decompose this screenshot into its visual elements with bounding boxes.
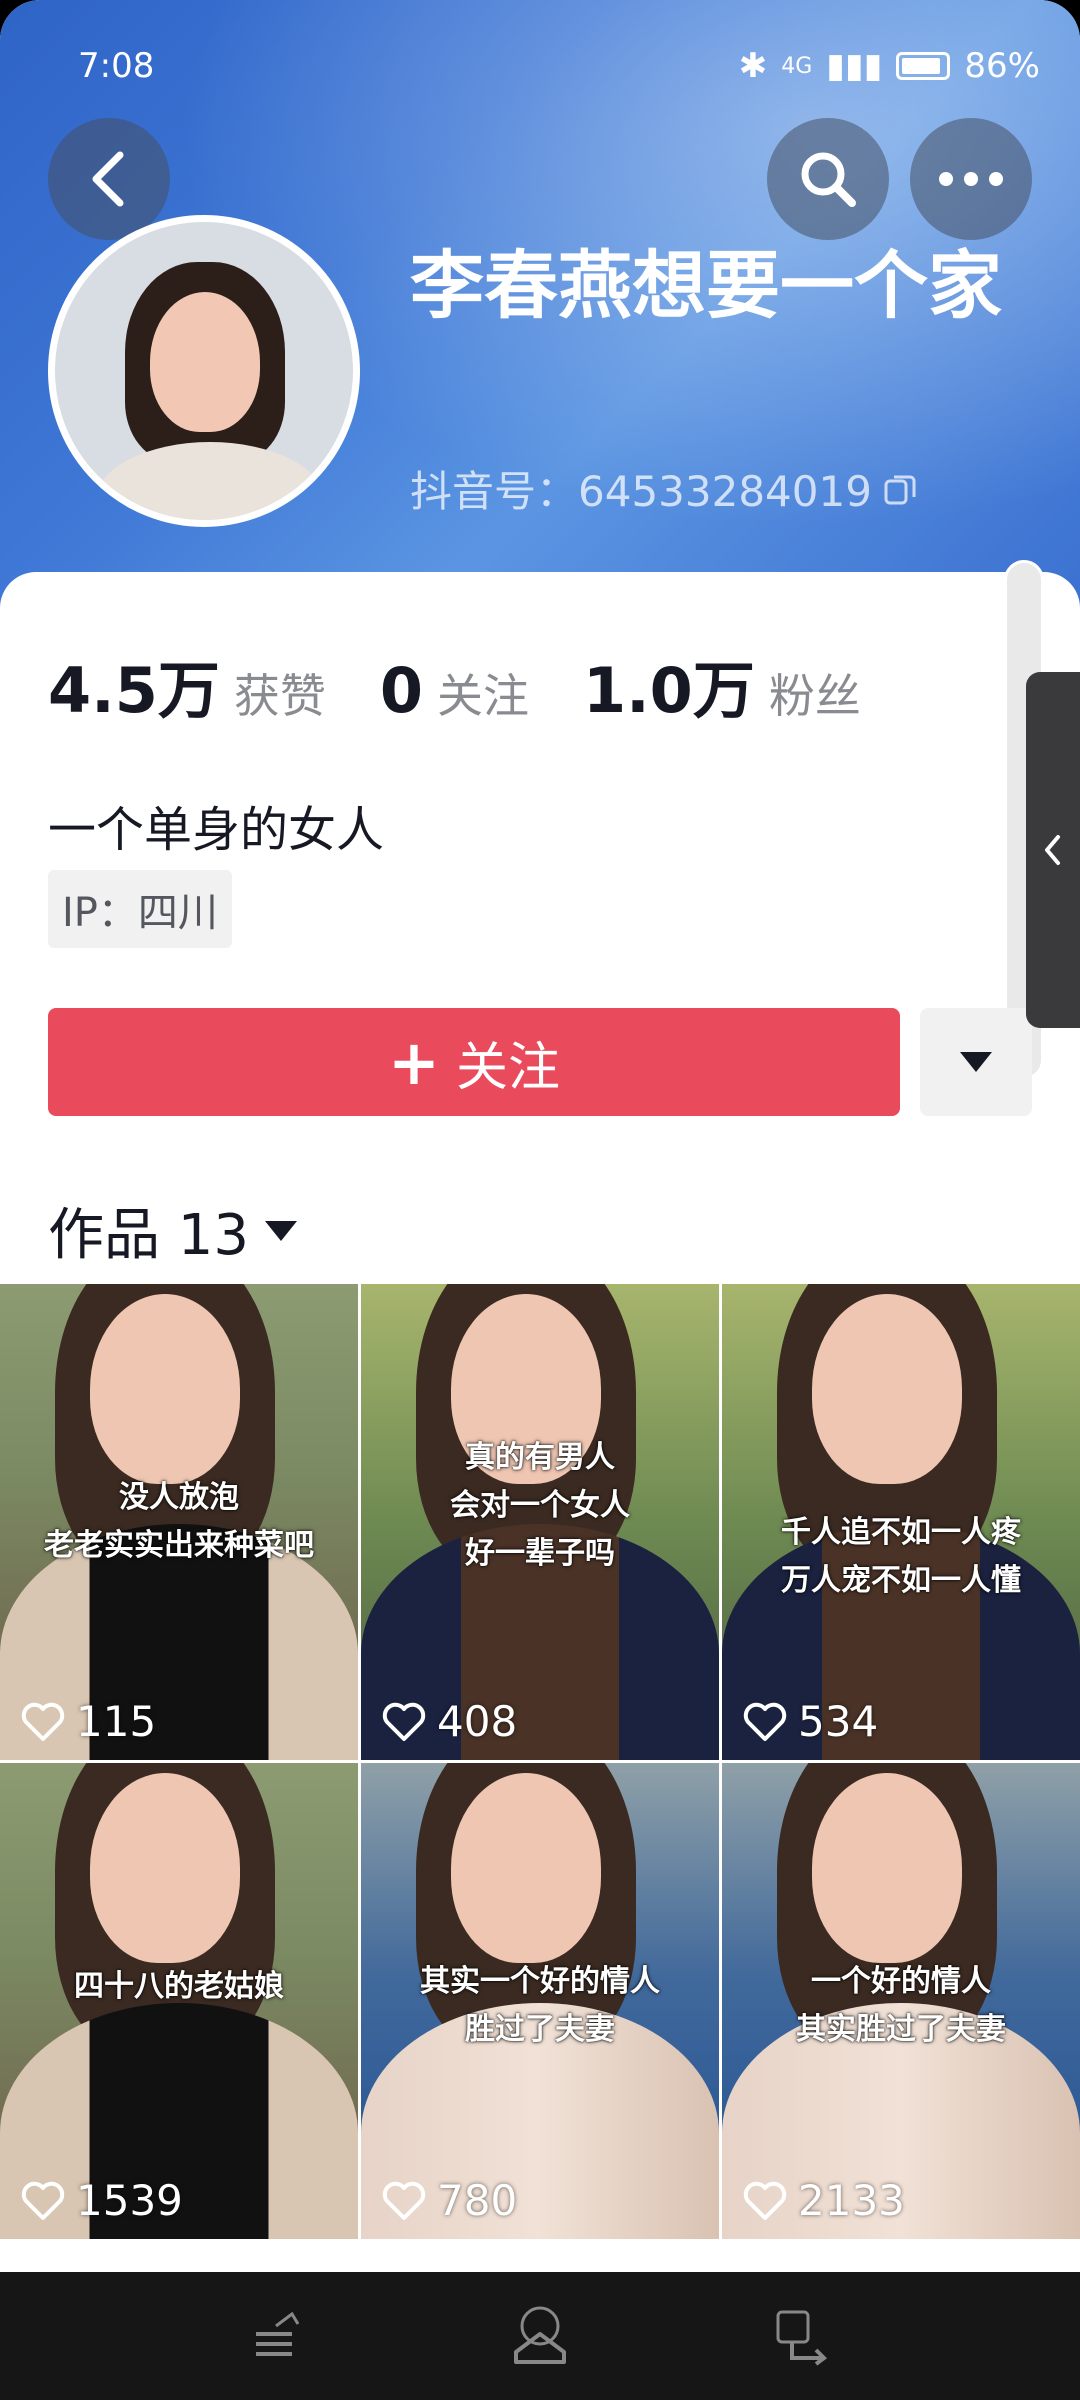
side-panel-tab[interactable]	[1026, 672, 1080, 1028]
likes-count-text: 1539	[76, 2176, 183, 2225]
bio: 一个单身的女人	[48, 802, 385, 858]
system-nav-bar	[0, 2272, 1080, 2400]
likes-count-text: 780	[437, 2176, 518, 2225]
battery-icon	[896, 52, 951, 80]
back-button[interactable]	[48, 118, 170, 240]
video-likes: 2133	[742, 2176, 905, 2225]
followers-count[interactable]: 1.0万	[583, 640, 755, 730]
avatar-face	[150, 292, 260, 432]
profile-name: 李春燕想要一个家	[410, 243, 1002, 329]
bluetooth-icon: ✱	[738, 46, 768, 86]
works-title-text: 作品 13	[48, 1203, 250, 1268]
video-caption: 真的有男人 会对一个女人 好一辈子吗	[450, 1440, 630, 1571]
video-caption: 其实一个好的情人 胜过了夫妻	[420, 1964, 660, 2047]
tile-face	[812, 1294, 962, 1484]
chevron-down-icon	[960, 1052, 992, 1072]
ip-tag: IP：四川	[48, 870, 232, 948]
douyin-id-text: 抖音号：64533284019	[410, 467, 872, 516]
avatar-body	[95, 442, 325, 520]
tile-face	[451, 1773, 601, 1963]
search-button[interactable]	[767, 118, 889, 240]
follow-label: 关注	[455, 1037, 560, 1098]
video-likes: 780	[381, 2176, 517, 2225]
video-tile[interactable]: 四十八的老姑娘 1539	[0, 1763, 358, 2239]
stats-row: 4.5万 获赞 0 关注 1.0万 粉丝	[48, 640, 861, 730]
tile-face	[90, 1294, 240, 1484]
home-icon[interactable]	[508, 2304, 572, 2368]
likes-count-text: 408	[437, 1697, 518, 1746]
recommend-dropdown-button[interactable]	[920, 1008, 1032, 1116]
status-bar: 7:08 ✱ 4G ▮▮▮ 86%	[0, 30, 1080, 100]
douyin-id[interactable]: 抖音号：64533284019	[410, 458, 918, 519]
network-label: 4G	[781, 53, 813, 79]
video-likes: 534	[742, 1697, 878, 1746]
likes-count-text: 2133	[798, 2176, 905, 2225]
copy-icon[interactable]	[882, 471, 918, 507]
likes-label: 获赞	[233, 669, 326, 723]
video-tile[interactable]: 没人放泡 老老实实出来种菜吧 115	[0, 1284, 358, 1760]
caret-down-icon	[265, 1220, 298, 1241]
profile-screen: 7:08 ✱ 4G ▮▮▮ 86% 李春燕想要一个家 抖音号：645332840…	[0, 0, 1080, 2400]
video-grid: 没人放泡 老老实实出来种菜吧 115 真的有男人 会对一个女人 好一辈子吗 40…	[0, 1284, 1080, 2239]
video-tile[interactable]: 真的有男人 会对一个女人 好一辈子吗 408	[361, 1284, 719, 1760]
heart-icon	[382, 2181, 426, 2220]
menu-icon[interactable]	[248, 2306, 308, 2366]
video-caption: 一个好的情人 其实胜过了夫妻	[796, 1964, 1006, 2047]
video-caption: 千人追不如一人疼 万人宠不如一人懂	[781, 1515, 1021, 1598]
battery-percent: 86%	[964, 46, 1040, 86]
heart-icon	[743, 2181, 787, 2220]
heart-icon	[21, 1702, 65, 1741]
video-likes: 408	[381, 1697, 517, 1746]
video-likes: 1539	[20, 2176, 183, 2225]
plus-icon: +	[388, 1025, 440, 1099]
heart-icon	[382, 1702, 426, 1741]
tile-face	[812, 1773, 962, 1963]
follow-button[interactable]: + 关注	[48, 1008, 900, 1116]
tile-face	[90, 1773, 240, 1963]
video-tile[interactable]: 一个好的情人 其实胜过了夫妻 2133	[722, 1763, 1080, 2239]
heart-icon	[743, 1702, 787, 1741]
likes-count: 4.5万	[48, 654, 220, 727]
likes-count-text: 115	[76, 1697, 157, 1746]
more-icon	[939, 172, 1003, 186]
back-icon	[92, 151, 124, 207]
status-time: 7:08	[78, 46, 155, 86]
heart-icon	[21, 2181, 65, 2220]
likes-count-text: 534	[798, 1697, 879, 1746]
video-tile[interactable]: 其实一个好的情人 胜过了夫妻 780	[361, 1763, 719, 2239]
video-caption: 没人放泡 老老实实出来种菜吧	[44, 1480, 314, 1563]
following-count[interactable]: 0	[380, 654, 423, 727]
video-caption: 四十八的老姑娘	[74, 1969, 284, 2004]
return-icon[interactable]	[772, 2306, 832, 2366]
video-tile[interactable]: 千人追不如一人疼 万人宠不如一人懂 534	[722, 1284, 1080, 1760]
signal-icon: ▮▮▮	[826, 46, 883, 86]
works-tab[interactable]: 作品 13	[48, 1190, 298, 1271]
video-likes: 115	[20, 1697, 156, 1746]
following-label[interactable]: 关注	[437, 660, 529, 726]
more-button[interactable]	[910, 118, 1032, 240]
chevron-left-icon	[1045, 835, 1060, 865]
followers-label[interactable]: 粉丝	[769, 660, 861, 726]
search-icon	[801, 152, 856, 207]
status-icons: ✱ 4G ▮▮▮ 86%	[739, 46, 1040, 86]
avatar[interactable]	[48, 215, 360, 527]
